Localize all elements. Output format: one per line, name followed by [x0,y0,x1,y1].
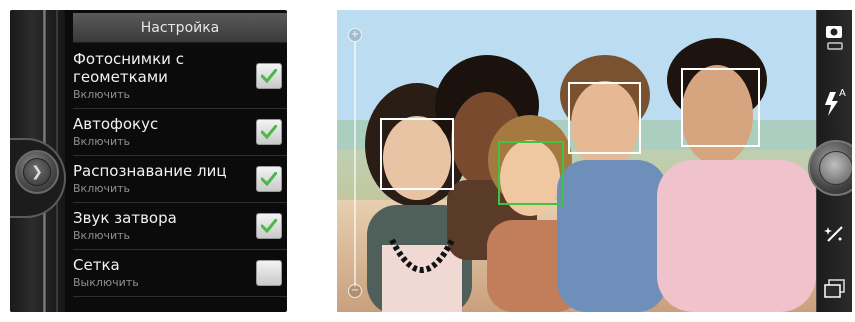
setting-title: Звук затвора [73,209,177,227]
setting-status: Включить [73,182,131,195]
setting-title: Фотоснимки с геометками [73,50,184,86]
setting-status: Включить [73,135,131,148]
gallery-button[interactable] [817,272,852,306]
face-box [380,118,454,190]
shutter-sound-checkbox[interactable] [256,213,282,239]
setting-status: Включить [73,88,131,101]
face-box [681,68,760,147]
geotag-checkbox[interactable] [256,63,282,89]
gallery-icon [824,279,845,298]
setting-title: Сетка [73,256,120,274]
settings-screen: ❯ Настройка Фотоснимки с геометками Вклю… [10,10,287,312]
setting-grid[interactable]: Сетка Выключить [73,250,287,297]
face-detection-checkbox[interactable] [256,166,282,192]
setting-status: Выключить [73,276,139,289]
camera-mode-icon [826,26,843,50]
focused-face-box [498,141,564,205]
flash-button[interactable]: A [817,84,852,124]
setting-title: Распознавание лиц [73,162,227,180]
setting-face-detection[interactable]: Распознавание лиц Включить [73,156,287,203]
camera-viewfinder[interactable]: + − [337,10,816,312]
grid-checkbox[interactable] [256,260,282,286]
zoom-out-icon[interactable]: − [348,284,362,298]
setting-geotag[interactable]: Фотоснимки с геометками Включить [73,44,287,109]
camera-mode-button[interactable] [817,18,852,58]
check-icon [261,219,277,233]
effects-icon [824,226,843,242]
check-icon [261,69,277,83]
autofocus-checkbox[interactable] [256,119,282,145]
settings-list: Фотоснимки с геометками Включить Автофок… [73,44,287,297]
setting-autofocus[interactable]: Автофокус Включить [73,109,287,156]
check-icon [261,172,277,186]
setting-status: Включить [73,229,131,242]
effects-button[interactable] [817,214,852,254]
flash-mode-label: A [839,88,846,99]
zoom-slider[interactable]: + − [348,28,362,298]
menu-close-button[interactable]: ❯ [15,150,59,194]
settings-title: Настройка [73,13,287,43]
chevron-right-icon: ❯ [23,158,51,186]
check-icon [261,125,277,139]
setting-shutter-sound[interactable]: Звук затвора Включить [73,203,287,250]
face-box [568,82,641,154]
camera-controls-bar: A [808,10,852,312]
setting-title: Автофокус [73,115,159,133]
camera-screen: + − A [337,10,852,312]
zoom-in-icon[interactable]: + [348,28,362,42]
shutter-icon [819,151,852,185]
